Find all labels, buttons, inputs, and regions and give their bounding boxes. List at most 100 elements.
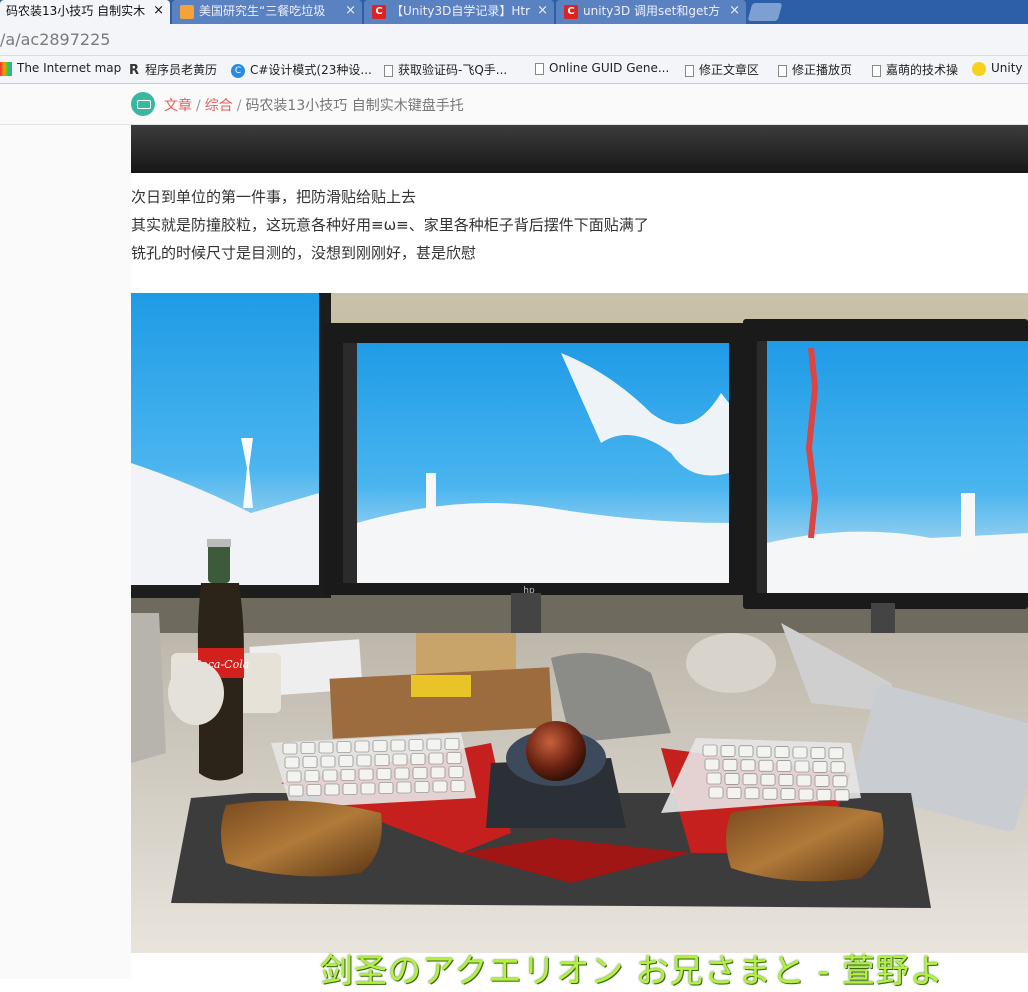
tab-article[interactable]: 码农装13小技巧 自制实木 × — [0, 0, 170, 24]
breadcrumb-root-link[interactable]: 文章 — [164, 98, 192, 114]
keycap — [832, 775, 848, 788]
keycap — [426, 738, 442, 751]
bookmark-label: Online GUID Gene... — [549, 61, 670, 75]
keycap — [338, 755, 354, 767]
keycap — [744, 787, 760, 800]
keycap — [708, 786, 724, 799]
video-danmaku-overlay: 剑圣のアクエリオン お兄さまと - 萱野よ — [320, 951, 944, 990]
bookmark-label: 修正文章区 — [699, 63, 760, 77]
keycap — [724, 773, 740, 785]
csdn-favicon-icon: C — [564, 4, 578, 19]
bookmark-label: The Internet map — [17, 61, 122, 75]
keycap — [738, 745, 754, 758]
site-logo-icon[interactable] — [131, 92, 155, 116]
keycap — [360, 782, 376, 795]
address-bar[interactable]: /a/ac2897225 — [0, 24, 1028, 56]
page-icon — [872, 64, 881, 77]
close-tab-icon[interactable]: × — [537, 0, 548, 22]
breadcrumb: 文章 / 综合 / 码农装13小技巧 自制实木键盘手托 — [164, 95, 464, 115]
keycap — [810, 747, 826, 759]
keycap — [742, 773, 758, 786]
tab-title: 码农装13小技巧 自制实木 — [6, 4, 146, 18]
keycap — [288, 784, 304, 797]
keycap — [302, 756, 318, 768]
url-text[interactable]: /a/ac2897225 — [0, 30, 110, 49]
keycap — [816, 789, 832, 801]
keycap — [830, 761, 846, 774]
keycap — [448, 766, 464, 778]
bookmark-label: C#设计模式(23种设... — [250, 63, 372, 77]
close-tab-icon[interactable]: × — [345, 0, 356, 22]
keycap — [828, 747, 844, 760]
left-monitor — [131, 293, 331, 598]
new-tab-button[interactable] — [747, 3, 783, 21]
keycap — [834, 789, 850, 802]
keycap — [408, 739, 424, 751]
unity-smiley-icon — [972, 61, 986, 76]
page-icon — [685, 64, 694, 77]
keycap — [412, 767, 428, 779]
keycap — [414, 781, 430, 793]
keycap — [390, 739, 406, 752]
keycap — [776, 760, 792, 772]
bookmark-internet-map[interactable]: The Internet map — [0, 61, 121, 76]
bookmark-fix-articles[interactable]: 修正文章区 — [685, 61, 759, 78]
bookmark-label: 程序员老黄历 — [145, 63, 218, 77]
bookmarks-bar: The Internet map R 程序员老黄历 C C#设计模式(23种设...… — [0, 56, 1028, 84]
keycap — [450, 780, 466, 792]
bookmark-tech[interactable]: 嘉萌的技术操 — [872, 61, 958, 78]
keycap — [428, 752, 444, 765]
bookmark-csharp-patterns[interactable]: C C#设计模式(23种设... — [231, 61, 372, 78]
close-tab-icon[interactable]: × — [729, 0, 740, 22]
breadcrumb-category-link[interactable]: 综合 — [205, 98, 233, 114]
right-monitor — [743, 319, 1028, 609]
keycap — [340, 769, 356, 781]
csharp-icon: C — [231, 63, 245, 78]
keycap — [774, 746, 790, 758]
tab-title: unity3D 调用set和get方 — [583, 4, 721, 18]
breadcrumb-separator: / — [196, 98, 201, 114]
keycap — [376, 768, 392, 780]
keycap — [430, 766, 446, 779]
previous-photo-crop — [131, 125, 1028, 173]
bookmark-verify-code[interactable]: 获取验证码-飞Q手... — [384, 61, 507, 78]
keycap — [318, 741, 334, 754]
bookmark-guid[interactable]: Online GUID Gene... — [535, 61, 669, 75]
desk-setup-photo: hp Coca-Cola — [131, 293, 1028, 953]
keycap — [284, 756, 300, 769]
tab-unity-setget[interactable]: Cunity3D 调用set和get方 × — [556, 0, 746, 24]
keycap — [796, 774, 812, 787]
keycap — [324, 783, 340, 796]
close-tab-icon[interactable]: × — [153, 0, 164, 22]
tab-news[interactable]: 美国研究生“三餐吃垃圾 × — [172, 0, 362, 24]
keycap — [378, 782, 394, 794]
article-paragraph: 铣孔的时候尺寸是目测的，没想到刚刚好，甚是欣慰 — [131, 244, 477, 262]
keycap — [410, 753, 426, 765]
keycap — [304, 770, 320, 782]
page-icon — [778, 64, 787, 77]
tab-strip: 码农装13小技巧 自制实木 × 美国研究生“三餐吃垃圾 × C 【Unity3D自… — [0, 0, 1028, 24]
bookmark-unity[interactable]: Unity — [972, 61, 1023, 76]
keycap — [320, 755, 336, 768]
bookmark-programmer-calendar[interactable]: R 程序员老黄历 — [128, 61, 217, 78]
tab-title: 美国研究生“三餐吃垃圾 — [199, 4, 326, 18]
keycap — [342, 783, 358, 795]
tab-unity-htr[interactable]: C 【Unity3D自学记录】Htr × — [364, 0, 554, 24]
bookmark-fix-player[interactable]: 修正播放页 — [778, 61, 852, 78]
keycap — [358, 768, 374, 781]
article-paragraph: 次日到单位的第一件事，把防滑贴给贴上去 — [131, 188, 417, 206]
keycap — [286, 770, 302, 783]
keycap — [282, 742, 298, 755]
keycap — [780, 788, 796, 800]
keycap — [300, 742, 316, 754]
keycap — [756, 745, 772, 758]
page-header: 文章 / 综合 / 码农装13小技巧 自制实木键盘手托 — [0, 84, 1028, 125]
internet-map-icon — [0, 61, 12, 76]
keycap — [372, 740, 388, 752]
keycap — [794, 760, 810, 773]
keycap — [354, 740, 370, 753]
breadcrumb-current: 码农装13小技巧 自制实木键盘手托 — [245, 98, 464, 114]
keycap — [706, 772, 722, 785]
left-wooden-wrist-rest — [221, 800, 382, 877]
bookmark-label: 嘉萌的技术操 — [886, 63, 959, 77]
